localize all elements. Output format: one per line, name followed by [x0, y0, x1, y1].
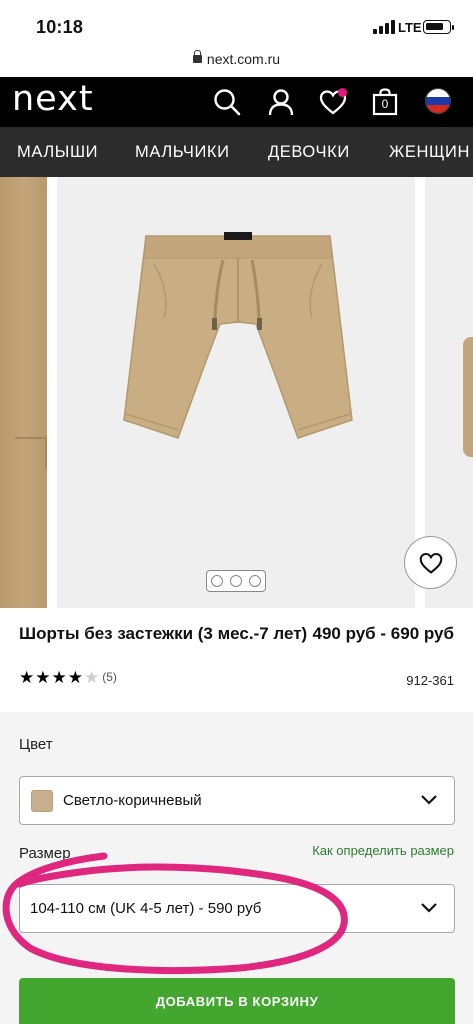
nav-item-girls[interactable]: ДЕВОЧКИ	[268, 127, 350, 177]
star-icon: ★	[35, 668, 51, 687]
gallery-pager	[206, 570, 266, 592]
account-icon[interactable]	[266, 87, 296, 117]
product-info: Шорты без застежки (3 мес.-7 лет) ★★★★★(…	[0, 608, 473, 712]
product-title: Шорты без застежки (3 мес.-7 лет)	[19, 624, 308, 643]
product-price: 490 руб - 690 руб	[312, 624, 454, 643]
color-select[interactable]: Светло-коричневый	[19, 776, 455, 825]
size-label: Размер	[19, 845, 71, 862]
star-icon: ★	[19, 668, 35, 687]
category-nav: МАЛЫШИ МАЛЬЧИКИ ДЕВОЧКИ ЖЕНЩИН	[0, 127, 473, 177]
chevron-down-icon	[421, 903, 437, 913]
product-options: Цвет Светло-коричневый Размер Как опреде…	[0, 712, 473, 1024]
russia-flag-icon[interactable]	[425, 88, 451, 114]
color-label: Цвет	[19, 736, 53, 753]
url-text: next.com.ru	[206, 51, 281, 67]
product-rating[interactable]: ★★★★★ (5)	[19, 668, 117, 687]
pager-dot[interactable]	[230, 575, 242, 587]
network-type: LTE	[398, 20, 422, 35]
size-guide-link[interactable]: Как определить размер	[312, 843, 454, 858]
status-time: 10:18	[36, 17, 84, 37]
gallery-slide-previous[interactable]	[0, 177, 47, 608]
color-select-value: Светло-коричневый	[63, 792, 202, 809]
site-header: next 0	[0, 77, 473, 127]
size-select[interactable]: 104-110 см (UK 4-5 лет) - 590 руб	[19, 884, 455, 933]
star-icon: ★	[67, 668, 83, 687]
status-bar: 10:18 LTE	[0, 0, 473, 44]
item-number: 912-361	[406, 673, 454, 688]
product-image-shorts	[123, 232, 353, 439]
battery-icon	[423, 20, 454, 34]
nav-item-babies[interactable]: МАЛЫШИ	[17, 127, 98, 177]
nav-item-women[interactable]: ЖЕНЩИН	[389, 127, 470, 177]
bag-count: 0	[381, 97, 389, 111]
shopping-bag-icon[interactable]: 0	[370, 87, 400, 117]
product-gallery[interactable]	[0, 177, 473, 608]
search-icon[interactable]	[212, 87, 242, 117]
wishlist-badge	[338, 88, 347, 97]
gallery-slide-current[interactable]	[57, 177, 415, 608]
color-swatch	[31, 790, 53, 812]
heart-icon	[419, 552, 443, 574]
next-logo[interactable]: next	[12, 79, 94, 119]
star-icon: ★	[51, 668, 67, 687]
nav-item-boys[interactable]: МАЛЬЧИКИ	[135, 127, 230, 177]
add-to-wishlist-button[interactable]	[404, 536, 457, 589]
star-empty-icon: ★	[84, 668, 100, 687]
chevron-down-icon	[421, 795, 437, 805]
pager-dot[interactable]	[211, 575, 223, 587]
add-to-bag-button[interactable]: ДОБАВИТЬ В КОРЗИНУ	[19, 978, 455, 1024]
size-select-value: 104-110 см (UK 4-5 лет) - 590 руб	[30, 900, 262, 917]
browser-url-bar[interactable]: next.com.ru	[0, 44, 473, 77]
pager-dot[interactable]	[249, 575, 261, 587]
review-count[interactable]: (5)	[102, 670, 117, 684]
battery-level	[426, 23, 443, 30]
lock-icon	[192, 50, 202, 63]
signal-bars-icon	[373, 20, 395, 34]
